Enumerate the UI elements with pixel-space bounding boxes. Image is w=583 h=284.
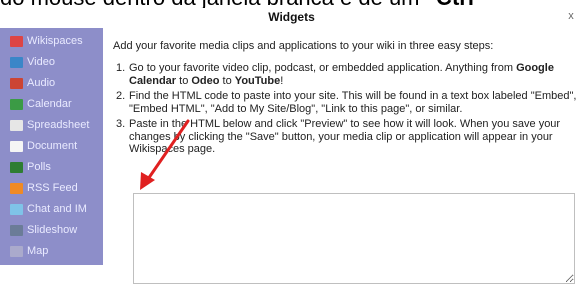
step-number: 2. bbox=[116, 90, 126, 102]
audio-icon bbox=[10, 77, 23, 89]
sidebar-item-chat-and-im[interactable]: Chat and IM bbox=[0, 200, 103, 218]
sidebar-item-label: Spreadsheet bbox=[27, 119, 90, 131]
sidebar-item-label: RSS Feed bbox=[27, 182, 78, 194]
widgets-window: Widgets x Wikispaces Video Audio Calendar Sp… bbox=[0, 8, 583, 284]
intro-text: Add your favorite media clips and applic… bbox=[113, 40, 494, 52]
chat-icon bbox=[10, 203, 23, 215]
step-item: 3. Paste in the HTML below and click "Pre… bbox=[116, 118, 579, 156]
calendar-icon bbox=[10, 98, 23, 110]
embed-html-textarea[interactable] bbox=[133, 193, 575, 284]
map-icon bbox=[10, 245, 23, 257]
step-text-part: Go to your favorite video clip, podcast,… bbox=[129, 62, 517, 74]
title-bar: Widgets x bbox=[0, 8, 583, 26]
step-text-part: to bbox=[219, 74, 235, 87]
window-title: Widgets bbox=[268, 10, 315, 24]
widget-sidebar: Wikispaces Video Audio Calendar Spreadsheet D… bbox=[0, 28, 103, 265]
wikispaces-icon bbox=[10, 35, 23, 47]
sidebar-item-audio[interactable]: Audio bbox=[0, 74, 103, 92]
sidebar-item-label: Wikispaces bbox=[27, 35, 83, 47]
close-icon[interactable]: x bbox=[565, 9, 577, 23]
step-text-part: Paste in the HTML below and click "Previ… bbox=[129, 118, 561, 155]
sidebar-item-spreadsheet[interactable]: Spreadsheet bbox=[0, 116, 103, 134]
step-text-bold: Odeo bbox=[191, 74, 220, 87]
steps-list: 1. Go to your favorite video clip, podcas… bbox=[116, 62, 579, 159]
step-text: Paste in the HTML below and click "Previ… bbox=[129, 118, 579, 156]
sidebar-item-label: Calendar bbox=[27, 98, 72, 110]
content-panel: Add your favorite media clips and applic… bbox=[103, 28, 583, 284]
step-item: 2. Find the HTML code to paste into your … bbox=[116, 90, 579, 115]
sidebar-item-label: Map bbox=[27, 245, 49, 257]
rss-icon bbox=[10, 182, 23, 194]
step-number: 3. bbox=[116, 118, 126, 130]
sidebar-item-label: Audio bbox=[27, 77, 56, 89]
sidebar-item-wikispaces[interactable]: Wikispaces bbox=[0, 32, 103, 50]
polls-icon bbox=[10, 161, 23, 173]
sidebar-item-label: Document bbox=[27, 140, 78, 152]
step-text: Find the HTML code to paste into your si… bbox=[129, 90, 579, 115]
step-text: Go to your favorite video clip, podcast,… bbox=[129, 62, 579, 87]
sidebar-item-polls[interactable]: Polls bbox=[0, 158, 103, 176]
slideshow-icon bbox=[10, 224, 23, 236]
sidebar-item-rss-feed[interactable]: RSS Feed bbox=[0, 179, 103, 197]
step-text-part: Find the HTML code to paste into your si… bbox=[129, 90, 577, 115]
sidebar-item-label: Video bbox=[27, 56, 55, 68]
video-icon bbox=[10, 56, 23, 68]
sidebar-item-label: Slideshow bbox=[27, 224, 78, 236]
document-icon bbox=[10, 140, 23, 152]
step-text-part: to bbox=[176, 74, 192, 87]
step-number: 1. bbox=[116, 62, 126, 74]
sidebar-item-slideshow[interactable]: Slideshow bbox=[0, 221, 103, 239]
step-text-part: ! bbox=[280, 74, 284, 87]
sidebar-item-label: Chat and IM bbox=[27, 203, 87, 215]
spreadsheet-icon bbox=[10, 119, 23, 131]
step-item: 1. Go to your favorite video clip, podcas… bbox=[116, 62, 579, 87]
sidebar-item-label: Polls bbox=[27, 161, 51, 173]
sidebar-item-calendar[interactable]: Calendar bbox=[0, 95, 103, 113]
sidebar-item-video[interactable]: Video bbox=[0, 53, 103, 71]
sidebar-item-map[interactable]: Map bbox=[0, 242, 103, 260]
sidebar-item-document[interactable]: Document bbox=[0, 137, 103, 155]
step-text-bold: YouTube bbox=[234, 74, 281, 87]
